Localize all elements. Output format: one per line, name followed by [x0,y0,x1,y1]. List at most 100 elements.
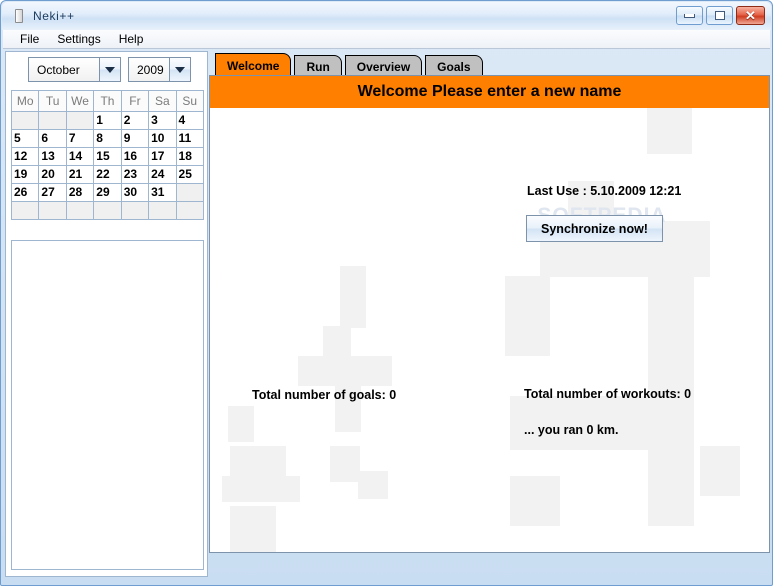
calendar-empty-cell [65,111,95,130]
calendar-day-cell[interactable]: 13 [38,147,67,166]
month-select-value: October [29,58,99,81]
calendar-empty-cell [38,201,67,220]
calendar-week-row: 5 6 7 8 9 10 11 [10,129,205,148]
calendar-day-cell[interactable]: 7 [65,129,95,148]
calendar-empty-cell [38,111,67,130]
synchronize-button[interactable]: Synchronize now! [526,215,663,242]
background-pattern [222,476,300,502]
total-workouts-label: Total number of workouts: 0 [524,387,692,401]
calendar-day-cell[interactable]: 19 [10,165,40,184]
calendar-empty-cell [175,183,205,202]
background-pattern [340,266,366,328]
tab-run[interactable]: Run [294,55,342,77]
calendar-day-cell[interactable]: 14 [65,147,95,166]
calendar-weekday: Fr [120,90,150,112]
calendar-day-cell[interactable]: 12 [10,147,40,166]
calendar-day-cell[interactable]: 20 [38,165,67,184]
calendar-day-cell[interactable]: 9 [120,129,150,148]
menu-item-file[interactable]: File [11,31,48,47]
calendar-weekday: Su [175,90,205,112]
close-icon: ✕ [745,8,756,23]
calendar-day-cell[interactable]: 11 [175,129,205,148]
background-pattern [700,446,740,496]
calendar-weekday: Mo [10,90,40,112]
month-select-arrow-button[interactable] [99,58,120,81]
main-panel: Welcome Run Overview Goals Welcome Pleas… [209,51,770,577]
month-select[interactable]: October [28,57,121,82]
calendar-day-cell[interactable]: 3 [148,111,177,130]
calendar-day-cell[interactable]: 16 [120,147,150,166]
calendar-empty-cell [175,201,205,220]
distance-ran-label: ... you ran 0 km. [524,423,619,437]
tab-goals[interactable]: Goals [425,55,483,77]
calendar-day-cell[interactable]: 10 [148,129,177,148]
calendar-day-cell[interactable]: 4 [175,111,205,130]
calendar-empty-cell [148,201,177,220]
background-pattern [510,476,560,526]
calendar-day-cell[interactable]: 28 [65,183,95,202]
menu-item-help[interactable]: Help [110,31,153,47]
calendar-week-row: 19 20 21 22 23 24 25 [10,165,205,184]
close-button[interactable]: ✕ [736,6,765,25]
calendar-day-cell[interactable]: 24 [148,165,177,184]
application-window: Neki++ ✕ File Settings Help October 2009… [0,0,773,586]
year-select-arrow-button[interactable] [169,58,190,81]
calendar-day-cell[interactable]: 6 [38,129,67,148]
background-pattern [648,396,694,526]
maximize-button[interactable] [706,6,733,25]
year-select[interactable]: 2009 [128,57,191,82]
calendar-day-cell[interactable]: 21 [65,165,95,184]
calendar-day-cell[interactable]: 15 [93,147,122,166]
year-select-value: 2009 [129,58,169,81]
tab-welcome[interactable]: Welcome [215,53,292,77]
calendar-day-cell[interactable]: 17 [148,147,177,166]
calendar-panel: October 2009 Mo Tu We Th Fr Sa Su 1 2 3 … [5,51,208,577]
tab-overview[interactable]: Overview [344,55,423,77]
calendar-day-cell[interactable]: 18 [175,147,205,166]
calendar-day-cell[interactable]: 8 [93,129,122,148]
calendar-weekday: We [65,90,95,112]
calendar-empty-cell [10,201,40,220]
calendar-day-cell[interactable]: 1 [93,111,122,130]
calendar-day-cell[interactable]: 5 [10,129,40,148]
window-title: Neki++ [33,9,75,23]
calendar-empty-cell [120,201,150,220]
calendar-day-cell[interactable]: 22 [93,165,122,184]
background-pattern [230,506,276,552]
calendar-week-row: 12 13 14 15 16 17 18 [10,147,205,166]
app-document-icon [12,8,26,24]
calendar-grid: Mo Tu We Th Fr Sa Su 1 2 3 4 5 6 7 8 9 10 11 12 13 14… [10,90,205,220]
calendar-day-cell[interactable]: 26 [10,183,40,202]
calendar-week-row: 26 27 28 29 30 31 [10,183,205,202]
chevron-down-icon [175,66,185,73]
minimize-button[interactable] [676,6,703,25]
menu-item-settings[interactable]: Settings [48,31,109,47]
calendar-day-cell[interactable]: 31 [148,183,177,202]
calendar-body: 1 2 3 4 5 6 7 8 9 10 11 12 13 14 15 16 17 18 19 20 21 22 23 24 2… [10,111,205,220]
calendar-day-cell[interactable]: 25 [175,165,205,184]
background-pattern [330,446,360,482]
calendar-day-cell[interactable]: 2 [120,111,150,130]
calendar-day-cell[interactable]: 27 [38,183,67,202]
last-use-label: Last Use : 5.10.2009 12:21 [527,184,682,198]
window-controls: ✕ [676,6,765,25]
maximize-icon [714,11,725,20]
background-pattern [323,326,351,356]
calendar-day-cell[interactable]: 23 [120,165,150,184]
date-selectors: October 2009 [28,57,191,82]
calendar-day-cell[interactable]: 30 [120,183,150,202]
calendar-day-cell[interactable]: 29 [93,183,122,202]
welcome-banner: Welcome Please enter a new name [210,76,769,108]
background-pattern [228,406,254,442]
menu-bar: File Settings Help [3,30,770,49]
calendar-empty-cell [10,111,40,130]
title-bar: Neki++ ✕ [2,2,771,30]
calendar-weekday: Th [93,90,122,112]
chevron-down-icon [105,66,115,73]
sidebar-detail-panel [11,240,204,570]
minimize-icon [684,13,695,18]
welcome-tab-content: Welcome Please enter a new name Last Use… [209,75,770,553]
calendar-week-row: 1234 [10,111,205,130]
total-goals-label: Total number of goals: 0 [252,388,397,402]
calendar-weekday: Sa [148,90,177,112]
